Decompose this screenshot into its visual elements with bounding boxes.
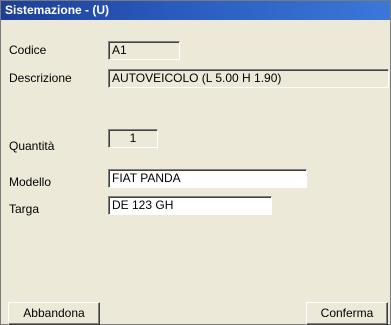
- quantita-field: 1: [108, 129, 158, 148]
- quantita-label: Quantità: [9, 139, 55, 153]
- dialog-window: Sistemazione - (U) Codice A1 Descrizione…: [0, 0, 391, 325]
- modello-label: Modello: [9, 175, 52, 189]
- conferma-button[interactable]: Conferma: [306, 302, 388, 325]
- modello-input[interactable]: FIAT PANDA: [108, 169, 307, 188]
- abbandona-button[interactable]: Abbandona: [8, 302, 100, 325]
- descrizione-field: AUTOVEICOLO (L 5.00 H 1.90): [108, 69, 389, 88]
- descrizione-label: Descrizione: [9, 71, 72, 85]
- targa-label: Targa: [9, 202, 40, 216]
- codice-label: Codice: [9, 43, 47, 57]
- window-title: Sistemazione - (U): [1, 1, 390, 20]
- targa-input[interactable]: DE 123 GH: [108, 196, 272, 215]
- codice-field: A1: [108, 41, 180, 60]
